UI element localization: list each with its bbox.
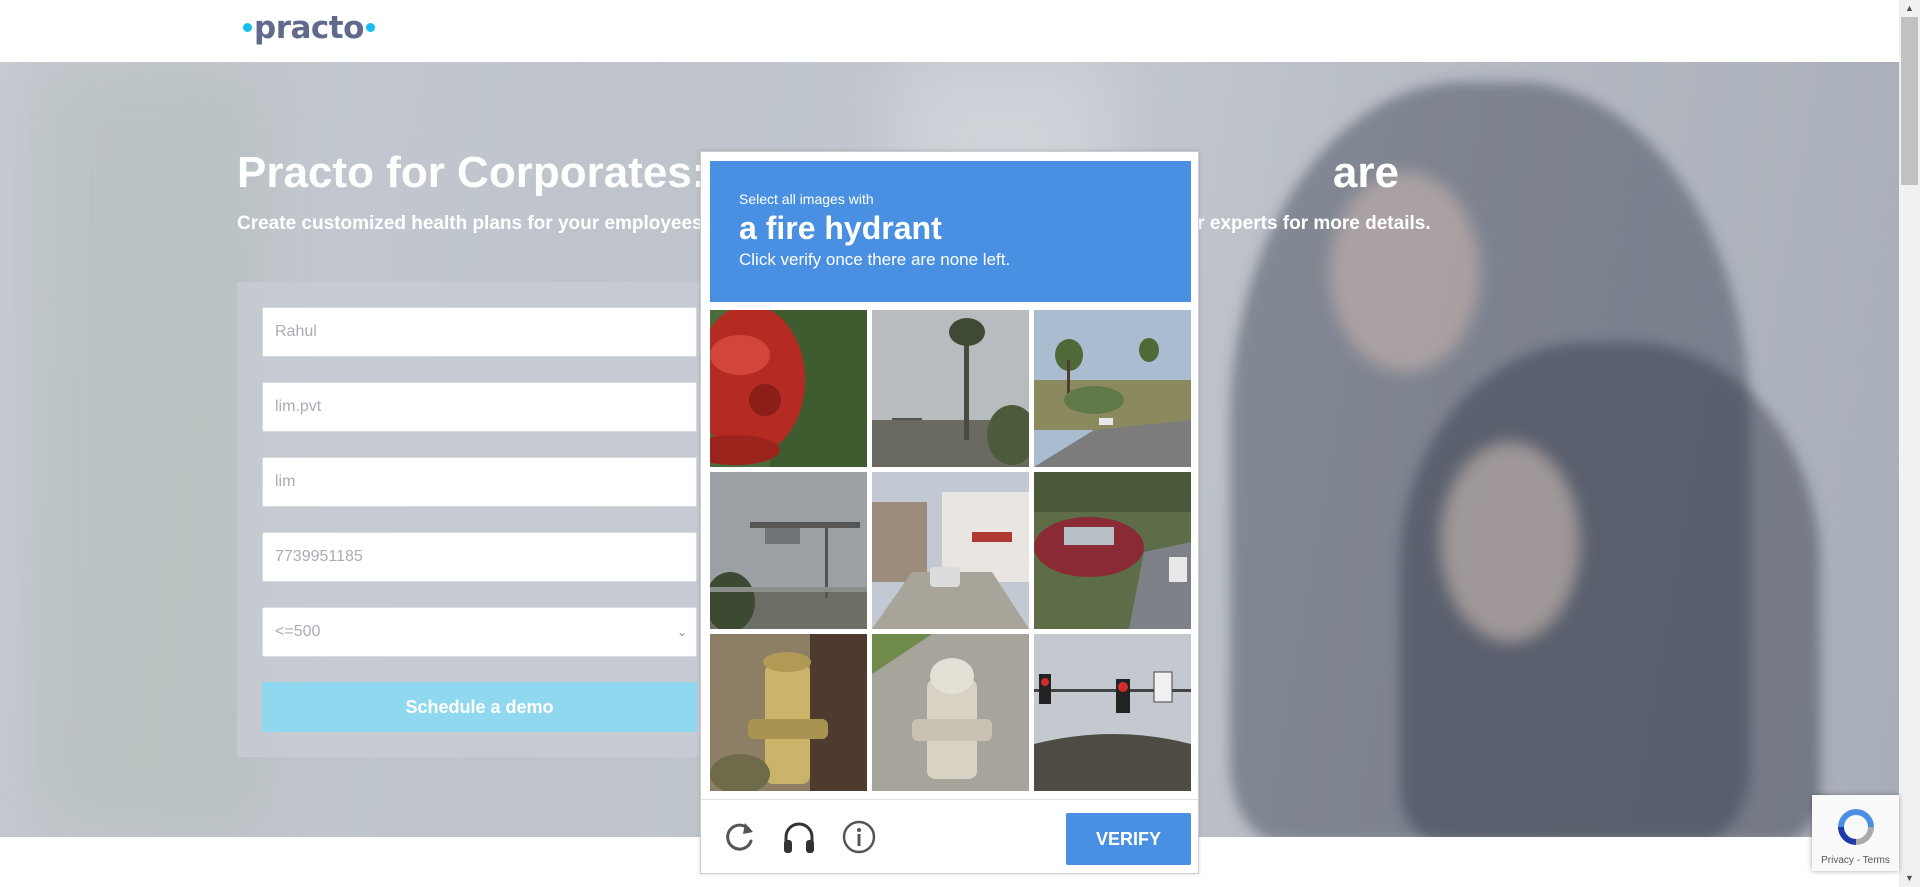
captcha-instructions: Select all images with a fire hydrant Cl… bbox=[710, 161, 1191, 302]
background-face-seated bbox=[1440, 442, 1580, 642]
fire-hydrant-closeup-icon bbox=[710, 310, 867, 467]
captcha-tile-5[interactable] bbox=[872, 472, 1029, 629]
scroll-down-arrow-icon[interactable]: ▼ bbox=[1899, 870, 1920, 887]
company-field[interactable]: lim.pvt bbox=[262, 382, 697, 432]
captcha-tile-7[interactable] bbox=[710, 634, 867, 791]
recaptcha-badge[interactable]: Privacy - Terms bbox=[1812, 795, 1899, 871]
logo-dot-right bbox=[365, 23, 375, 32]
captcha-tile-6[interactable] bbox=[1034, 472, 1191, 629]
hero-title-visible: Practo for Corporates: O bbox=[237, 148, 753, 197]
captcha-tile-8[interactable] bbox=[872, 634, 1029, 791]
reload-icon[interactable] bbox=[719, 817, 759, 857]
scroll-up-arrow-icon[interactable]: ▲ bbox=[1899, 0, 1920, 17]
captcha-instruction-more: Click verify once there are none left. bbox=[739, 250, 1011, 269]
palm-tree-icon bbox=[872, 310, 1029, 467]
verify-button[interactable]: VERIFY bbox=[1066, 813, 1191, 865]
scrollbar-thumb[interactable] bbox=[1901, 17, 1918, 185]
demo-request-form: Rahul lim.pvt lim 7739951185 <=500 ⌄ Sch… bbox=[237, 282, 757, 757]
street-with-house-icon bbox=[872, 472, 1029, 629]
captcha-tile-2[interactable] bbox=[872, 310, 1029, 467]
traffic-light-icon bbox=[1034, 634, 1191, 791]
captcha-footer: VERIFY bbox=[701, 799, 1198, 873]
recaptcha-logo-icon bbox=[1838, 809, 1874, 845]
hero-title-tail: are bbox=[1332, 148, 1399, 197]
logo-dot-left bbox=[243, 23, 252, 32]
fire-hydrant-yellow-icon bbox=[710, 634, 867, 791]
captcha-tile-9[interactable] bbox=[1034, 634, 1191, 791]
chevron-down-icon: ⌄ bbox=[676, 625, 688, 639]
recaptcha-privacy-terms[interactable]: Privacy - Terms bbox=[1812, 855, 1899, 866]
captcha-image-grid bbox=[710, 310, 1191, 791]
schedule-demo-button[interactable]: Schedule a demo bbox=[262, 682, 697, 732]
designation-field[interactable]: lim bbox=[262, 457, 697, 507]
hero-subtitle-visible: Create customized health plans for your … bbox=[237, 213, 703, 234]
headphones-icon[interactable] bbox=[779, 817, 819, 857]
hero-subtitle-tail: ur experts for more details. bbox=[1185, 213, 1431, 234]
company-size-value: <=500 bbox=[275, 623, 321, 640]
road-with-trees-icon bbox=[1034, 310, 1191, 467]
company-size-select[interactable]: <=500 ⌄ bbox=[262, 607, 697, 657]
captcha-tile-4[interactable] bbox=[710, 472, 867, 629]
parked-cars-icon bbox=[1034, 472, 1191, 629]
highway-sign-icon bbox=[710, 472, 867, 629]
logo-text: practo bbox=[254, 10, 364, 46]
name-field[interactable]: Rahul bbox=[262, 307, 697, 357]
captcha-dialog: Select all images with a fire hydrant Cl… bbox=[700, 151, 1199, 874]
captcha-tile-1[interactable] bbox=[710, 310, 867, 467]
captcha-tile-3[interactable] bbox=[1034, 310, 1191, 467]
fire-hydrant-white-icon bbox=[872, 634, 1029, 791]
captcha-instruction-small: Select all images with bbox=[739, 191, 874, 207]
phone-field[interactable]: 7739951185 bbox=[262, 532, 697, 582]
page-scrollbar[interactable]: ▲ ▼ bbox=[1899, 0, 1920, 887]
background-face-standing bbox=[1330, 172, 1480, 372]
info-icon[interactable] bbox=[839, 817, 879, 857]
captcha-target-object: a fire hydrant bbox=[739, 210, 942, 246]
top-header: practo bbox=[0, 0, 1899, 62]
background-plant bbox=[30, 62, 270, 837]
practo-logo[interactable]: practo bbox=[241, 10, 377, 46]
